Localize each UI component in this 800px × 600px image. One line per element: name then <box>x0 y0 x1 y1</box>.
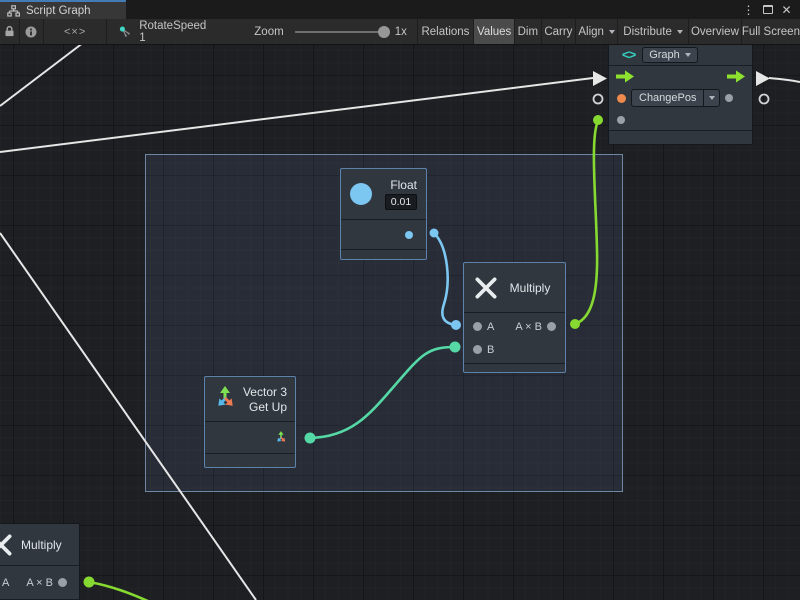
node-title: Float <box>390 178 417 192</box>
toolbar-button-relations[interactable]: Relations <box>418 19 474 44</box>
tab-title: Script Graph <box>26 5 91 17</box>
chevron-down-icon <box>703 90 719 106</box>
port-label: A × B <box>515 321 542 333</box>
breadcrumb-label: RotateSpeed 1 <box>139 20 208 44</box>
window-close-button[interactable]: ✕ <box>777 0 796 19</box>
zoom-value: 1x <box>395 26 407 38</box>
toolbar-button-distribute[interactable]: Distribute <box>618 19 689 44</box>
toolbar-button-carry[interactable]: Carry <box>542 19 577 44</box>
changepos-unit-node[interactable]: <> Graph ChangePos <box>608 43 753 145</box>
vector3-output-port[interactable] <box>274 430 289 446</box>
changepos-dropdown[interactable]: ChangePos <box>631 89 720 107</box>
multiply-output-port[interactable] <box>547 322 556 331</box>
window-maximize-button[interactable] <box>758 0 777 19</box>
vector3-getup-node[interactable]: Vector 3 Get Up <box>204 376 296 468</box>
script-graph-window: Float 0.01 Multiply A A × B <box>0 0 800 600</box>
window-menu-button[interactable]: ⋮ <box>739 0 758 19</box>
graph-asset-icon <box>119 25 131 38</box>
tab-script-graph[interactable]: Script Graph <box>0 0 126 19</box>
toolbar-button-overview[interactable]: Overview <box>689 19 742 44</box>
node-title: Vector 3 <box>243 385 287 399</box>
node-footer <box>609 130 752 144</box>
node-subtitle: Get Up <box>249 400 287 414</box>
node-title: Multiply <box>499 281 565 295</box>
port-label: A <box>2 577 9 589</box>
chevron-down-icon <box>685 53 691 57</box>
breadcrumb[interactable]: RotateSpeed 1 <box>107 19 222 44</box>
toolbar-button-align[interactable]: Align <box>576 19 618 44</box>
lock-icon <box>4 25 15 38</box>
changepos-dropdown-label: ChangePos <box>632 92 703 104</box>
chevron-down-icon <box>609 30 615 34</box>
zoom-slider-handle[interactable] <box>378 26 390 38</box>
float-node[interactable]: Float 0.01 <box>340 168 427 260</box>
multiply-input-b-port[interactable] <box>473 345 482 354</box>
graph-code-icon: <> <box>622 47 635 62</box>
node-footer <box>205 453 295 467</box>
zoom-slider[interactable] <box>295 31 383 33</box>
multiply-icon <box>473 275 499 301</box>
info-icon <box>25 26 37 38</box>
node-title: Multiply <box>21 538 62 552</box>
code-preview-button[interactable]: <×> <box>44 19 108 44</box>
multiply-node-partial[interactable]: Multiply A A × B <box>0 523 80 600</box>
port-label: A × B <box>26 577 53 589</box>
graph-dropdown-label: Graph <box>649 49 680 61</box>
chevron-down-icon <box>677 30 683 34</box>
float-value-input[interactable]: 0.01 <box>385 194 417 210</box>
flow-input-port[interactable] <box>615 70 635 83</box>
toolbar-button-values[interactable]: Values <box>474 19 515 44</box>
script-graph-icon <box>7 5 20 17</box>
info-button[interactable] <box>20 19 44 44</box>
vector3-icon <box>212 384 240 414</box>
float-icon <box>350 183 372 205</box>
value-input-port[interactable] <box>617 116 625 124</box>
zoom-control: Zoom 1x <box>222 19 417 44</box>
event-input-port[interactable] <box>617 94 626 103</box>
port-label: B <box>487 344 494 356</box>
graph-dropdown-button[interactable]: Graph <box>642 47 698 63</box>
float-output-port[interactable] <box>405 231 413 239</box>
multiply-input-a-port[interactable] <box>473 322 482 331</box>
node-footer <box>341 249 426 259</box>
zoom-label: Zoom <box>254 26 283 38</box>
code-icon: <×> <box>64 26 86 38</box>
port-label: A <box>487 321 494 333</box>
node-footer <box>464 363 565 372</box>
multiply-output-port[interactable] <box>58 578 67 587</box>
toolbar-button-fullscreen[interactable]: Full Screen <box>742 19 800 44</box>
toolbar-button-dim[interactable]: Dim <box>515 19 541 44</box>
lock-button[interactable] <box>0 19 20 44</box>
flow-output-port[interactable] <box>726 70 746 83</box>
title-bar: Script Graph ⋮ ✕ <box>0 0 800 19</box>
graph-toolbar: <×> RotateSpeed 1 Zoom 1x Relations Valu… <box>0 19 800 45</box>
multiply-node[interactable]: Multiply A A × B B <box>463 262 566 373</box>
multiply-icon <box>0 532 14 558</box>
event-output-port[interactable] <box>725 94 733 102</box>
